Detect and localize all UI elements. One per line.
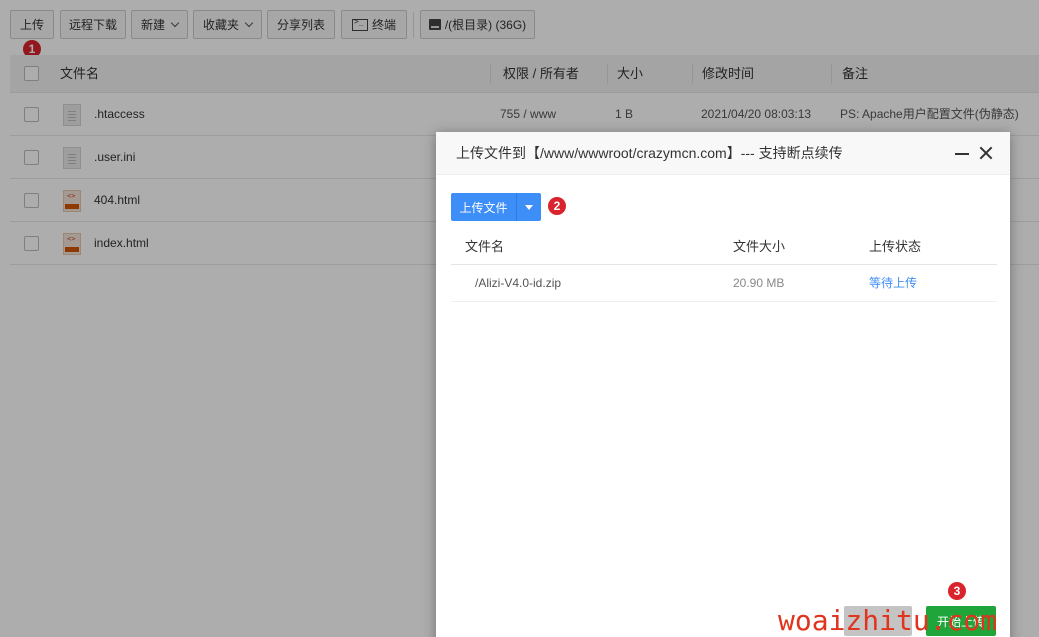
upload-table-header: 文件名 文件大小 上传状态 [451, 229, 997, 265]
upload-file-name: /Alizi-V4.0-id.zip [475, 276, 562, 290]
upload-list-item: /Alizi-V4.0-id.zip 20.90 MB 等待上传 [451, 265, 997, 302]
upload-file-status: 等待上传 [869, 276, 918, 290]
upload-column-name: 文件名 [465, 239, 505, 254]
close-icon[interactable] [978, 145, 994, 161]
upload-column-size: 文件大小 [733, 239, 786, 254]
dialog-title-bar: 上传文件到【/www/wwwroot/crazymcn.com】--- 支持断点… [436, 132, 1010, 175]
step-badge-3: 3 [948, 582, 966, 600]
minimize-icon[interactable] [955, 153, 969, 155]
upload-file-split-button: 上传文件 [451, 193, 541, 221]
step-badge-2: 2 [548, 197, 566, 215]
upload-column-status: 上传状态 [869, 239, 922, 254]
upload-file-size: 20.90 MB [733, 276, 785, 290]
caret-down-icon [525, 204, 533, 210]
upload-options-dropdown[interactable] [516, 193, 541, 221]
upload-dialog: 上传文件到【/www/wwwroot/crazymcn.com】--- 支持断点… [436, 132, 1010, 637]
watermark: woaizhitu.com [778, 604, 998, 637]
dialog-title: 上传文件到【/www/wwwroot/crazymcn.com】--- 支持断点… [456, 145, 843, 161]
upload-file-button[interactable]: 上传文件 [451, 193, 516, 221]
